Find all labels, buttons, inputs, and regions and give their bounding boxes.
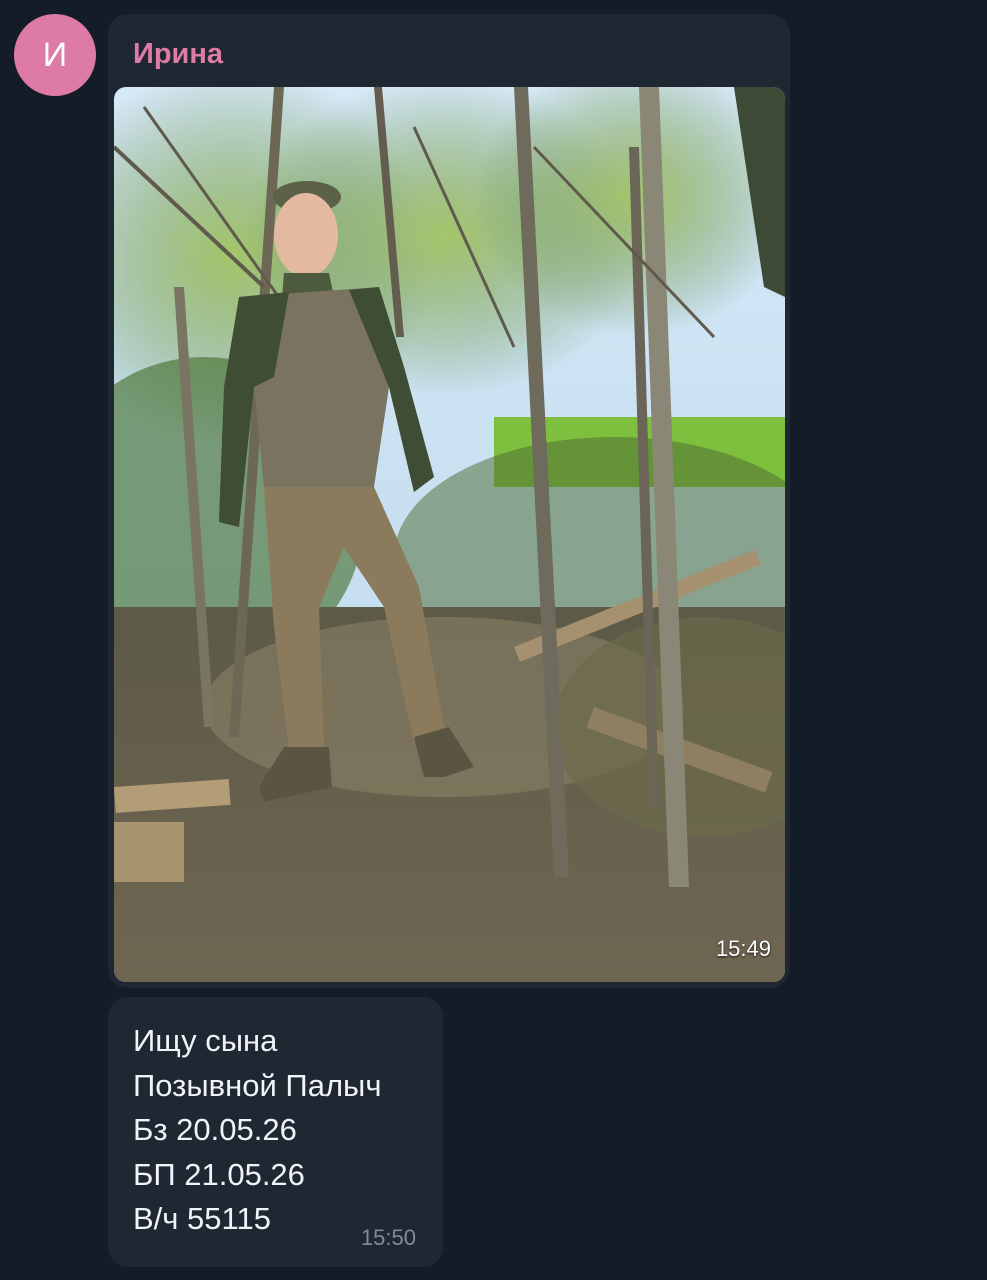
message-line: Бз 20.05.26 [133, 1112, 297, 1147]
sender-avatar[interactable]: И [14, 14, 96, 96]
avatar-letter: И [42, 35, 68, 74]
text-message-bubble[interactable]: Ищу сына Позывной Палыч Бз 20.05.26 БП 2… [108, 997, 443, 1267]
message-line: БП 21.05.26 [133, 1156, 305, 1192]
message-line: Ищу сына [133, 1023, 278, 1058]
photo-timestamp: 15:49 [715, 936, 771, 961]
sender-name[interactable]: Ирина [133, 38, 223, 71]
message-line: Позывной Палыч [133, 1067, 382, 1103]
photo-image [114, 87, 785, 982]
chat-view: И Ирина 15:49 Ищу сына Позывной Палыч Бз… [0, 0, 987, 1280]
photo-message-bubble[interactable]: Ирина 15:49 [108, 14, 790, 988]
message-photo[interactable]: 15:49 [114, 87, 785, 982]
message-line: В/ч 55115 [133, 1201, 271, 1236]
message-text: Ищу сына Позывной Палыч Бз 20.05.26 БП 2… [133, 1019, 381, 1242]
message-timestamp: 15:50 [360, 1225, 416, 1250]
